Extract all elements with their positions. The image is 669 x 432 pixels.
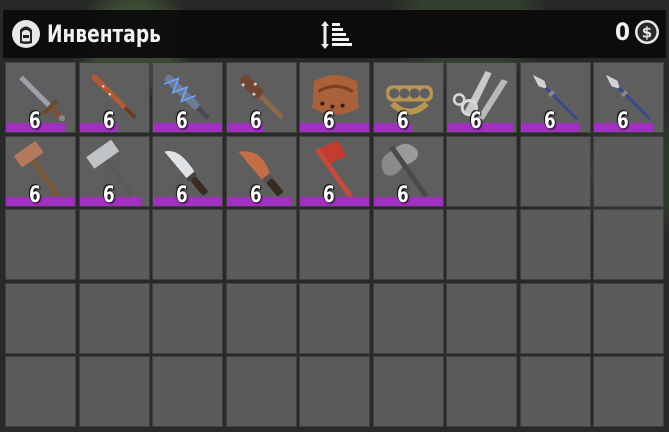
- item-count: 6: [176, 109, 188, 134]
- inventory-slot[interactable]: 6: [225, 62, 297, 134]
- empty-slot[interactable]: [152, 356, 223, 427]
- title-wrap: Инвентарь: [11, 19, 179, 49]
- item-count: 6: [29, 109, 41, 134]
- item-count: 6: [249, 182, 262, 208]
- empty-slot[interactable]: [519, 356, 591, 427]
- empty-slot[interactable]: [152, 282, 223, 354]
- item-count: 6: [29, 182, 41, 208]
- dollar-coin-icon: $: [635, 20, 659, 44]
- inventory-slot[interactable]: 6: [78, 62, 150, 134]
- inventory-slot[interactable]: 6: [78, 135, 150, 208]
- empty-slot[interactable]: [593, 282, 664, 354]
- empty-slot[interactable]: [299, 209, 370, 280]
- sort-icon[interactable]: [319, 19, 355, 51]
- empty-slot[interactable]: [78, 209, 150, 280]
- empty-slot[interactable]: [446, 282, 517, 354]
- empty-slot[interactable]: [372, 209, 444, 280]
- money-amount: 0: [614, 18, 630, 46]
- empty-slot[interactable]: [446, 135, 517, 207]
- backpack-icon: [12, 20, 40, 48]
- empty-slot[interactable]: [519, 209, 591, 280]
- item-count: 6: [396, 182, 409, 208]
- inventory-slot[interactable]: 6: [225, 135, 297, 208]
- money-display: 0 $: [615, 18, 660, 46]
- empty-slot[interactable]: [78, 282, 150, 354]
- inventory-grid: 6 6 6 6 6 6 6 6 6 6 6 6 6 6 6: [3, 62, 668, 432]
- inventory-slot[interactable]: 6: [5, 62, 76, 134]
- empty-slot[interactable]: [5, 209, 76, 280]
- inventory-slot[interactable]: 6: [299, 62, 370, 134]
- empty-slot[interactable]: [299, 356, 370, 427]
- item-count: 6: [249, 109, 262, 134]
- empty-slot[interactable]: [299, 282, 370, 354]
- item-count: 6: [396, 109, 409, 134]
- inventory-slot[interactable]: 6: [152, 135, 223, 208]
- item-count: 6: [102, 182, 115, 208]
- empty-slot[interactable]: [5, 356, 76, 427]
- empty-slot[interactable]: [78, 356, 150, 427]
- item-count: 6: [102, 109, 115, 134]
- item-count: 6: [617, 109, 629, 134]
- empty-slot[interactable]: [225, 209, 297, 280]
- page-title: Инвентарь: [47, 20, 161, 48]
- item-count: 6: [323, 109, 335, 134]
- empty-slot[interactable]: [446, 356, 517, 427]
- empty-slot[interactable]: [593, 356, 664, 427]
- empty-slot[interactable]: [372, 356, 444, 427]
- empty-slot[interactable]: [593, 209, 664, 280]
- inventory-slot[interactable]: 6: [5, 135, 76, 208]
- empty-slot[interactable]: [593, 135, 664, 207]
- inventory-slot[interactable]: 6: [372, 135, 444, 208]
- inventory-slot[interactable]: 6: [593, 62, 664, 134]
- item-count: 6: [470, 109, 482, 134]
- empty-slot[interactable]: [519, 282, 591, 354]
- empty-slot[interactable]: [519, 135, 591, 207]
- inventory-slot[interactable]: 6: [519, 62, 591, 134]
- inventory-slot[interactable]: 6: [372, 62, 444, 134]
- item-count: 6: [176, 182, 188, 208]
- svg-text:$: $: [642, 24, 652, 42]
- inventory-slot[interactable]: 6: [299, 135, 370, 208]
- item-count: 6: [543, 109, 556, 134]
- empty-slot[interactable]: [446, 209, 517, 280]
- inventory-slot[interactable]: 6: [152, 62, 223, 134]
- empty-slot[interactable]: [152, 209, 223, 280]
- empty-slot[interactable]: [372, 282, 444, 354]
- empty-slot[interactable]: [225, 282, 297, 354]
- item-count: 6: [323, 182, 335, 208]
- inventory-slot[interactable]: 6: [446, 62, 517, 134]
- empty-slot[interactable]: [5, 282, 76, 354]
- empty-slot[interactable]: [225, 356, 297, 427]
- inventory-header: Инвентарь 0 $: [3, 10, 666, 58]
